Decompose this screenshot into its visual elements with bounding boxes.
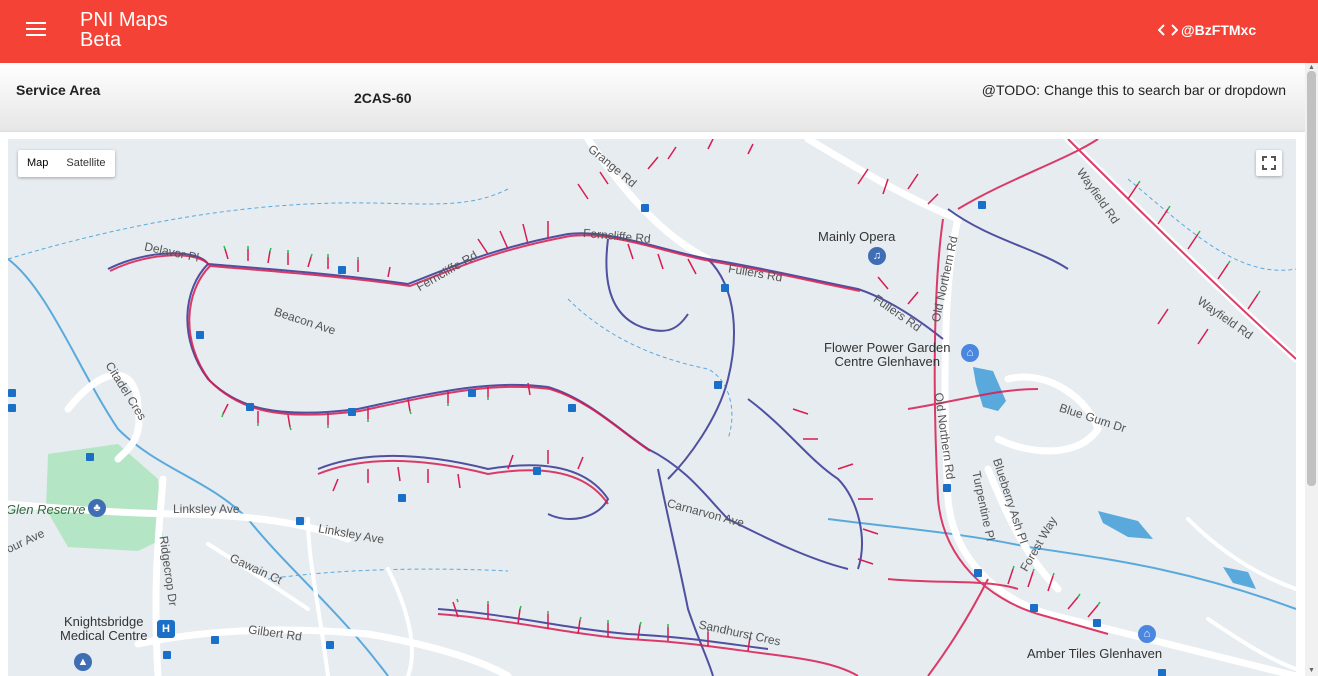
road-glenhaven: [804, 139, 962, 223]
service-area-bar: Service Area 2CAS-60 @TODO: Change this …: [0, 63, 1305, 132]
hospital-icon[interactable]: H: [157, 620, 175, 638]
map-type-control: Map Satellite: [18, 150, 115, 177]
map-canvas[interactable]: Map Satellite Delavor Pl Ferncliffe Rd F…: [8, 139, 1296, 676]
app-bar: PNI Maps Beta @BzFTMxc: [0, 0, 1318, 63]
music-note-icon[interactable]: ♫: [868, 247, 886, 265]
app-title-line2: Beta: [80, 29, 122, 51]
menu-icon[interactable]: [26, 22, 46, 38]
poi-label[interactable]: Amber Tiles Glenhaven: [1027, 647, 1162, 661]
creek: [8, 188, 509, 260]
shopping-bag-icon[interactable]: ⌂: [961, 344, 979, 362]
poi-label[interactable]: Flower Power Garden Centre Glenhaven: [824, 341, 950, 369]
user-handle: @BzFTMxc: [1181, 22, 1257, 38]
fullscreen-icon[interactable]: [1256, 150, 1282, 176]
creek: [567, 298, 733, 440]
app-title: PNI Maps Beta: [80, 10, 168, 50]
road-old-northern: [941, 215, 1296, 676]
network-blue: [107, 208, 1069, 676]
poi-label-line1: Flower Power Garden: [824, 340, 951, 355]
poi-label[interactable]: Mainly Opera: [818, 230, 895, 244]
map-base-layer: [8, 139, 1296, 676]
scroll-down-arrow-icon[interactable]: ▼: [1308, 667, 1315, 674]
shopping-bag-icon[interactable]: ⌂: [1138, 625, 1156, 643]
map-type-map-button[interactable]: Map: [18, 150, 57, 177]
scrollbar-thumb[interactable]: [1307, 71, 1316, 486]
lake: [973, 367, 1006, 411]
map-type-satellite-button[interactable]: Satellite: [57, 150, 114, 177]
code-icon: [1158, 23, 1178, 37]
creek: [827, 518, 1296, 610]
service-area-note: @TODO: Change this to search bar or drop…: [981, 82, 1286, 98]
poi-label-line1: Knightsbridge: [63, 614, 144, 629]
service-area-label: Service Area: [16, 82, 101, 98]
poi-label-line2: Medical Centre: [60, 628, 148, 643]
park-area: [46, 444, 163, 551]
roads: [8, 139, 1296, 676]
app-title-line1: PNI Maps: [80, 9, 168, 31]
school-icon[interactable]: ▲: [74, 653, 92, 671]
user-menu[interactable]: @BzFTMxc: [1158, 22, 1256, 38]
scroll-up-arrow-icon[interactable]: ▲: [1308, 64, 1315, 71]
poi-label[interactable]: Knightsbridge Medical Centre: [60, 615, 147, 643]
service-area-value[interactable]: 2CAS-60: [354, 90, 412, 106]
street-label: Linksley Ave: [173, 502, 240, 516]
lake: [1098, 511, 1153, 539]
page-scrollbar[interactable]: ▲ ▼: [1305, 63, 1318, 676]
tree-icon[interactable]: ♣: [88, 499, 106, 517]
poi-label-line2: Centre Glenhaven: [834, 354, 940, 369]
bus-stops: [8, 201, 1166, 676]
poi-label[interactable]: Glen Reserve: [8, 503, 85, 517]
